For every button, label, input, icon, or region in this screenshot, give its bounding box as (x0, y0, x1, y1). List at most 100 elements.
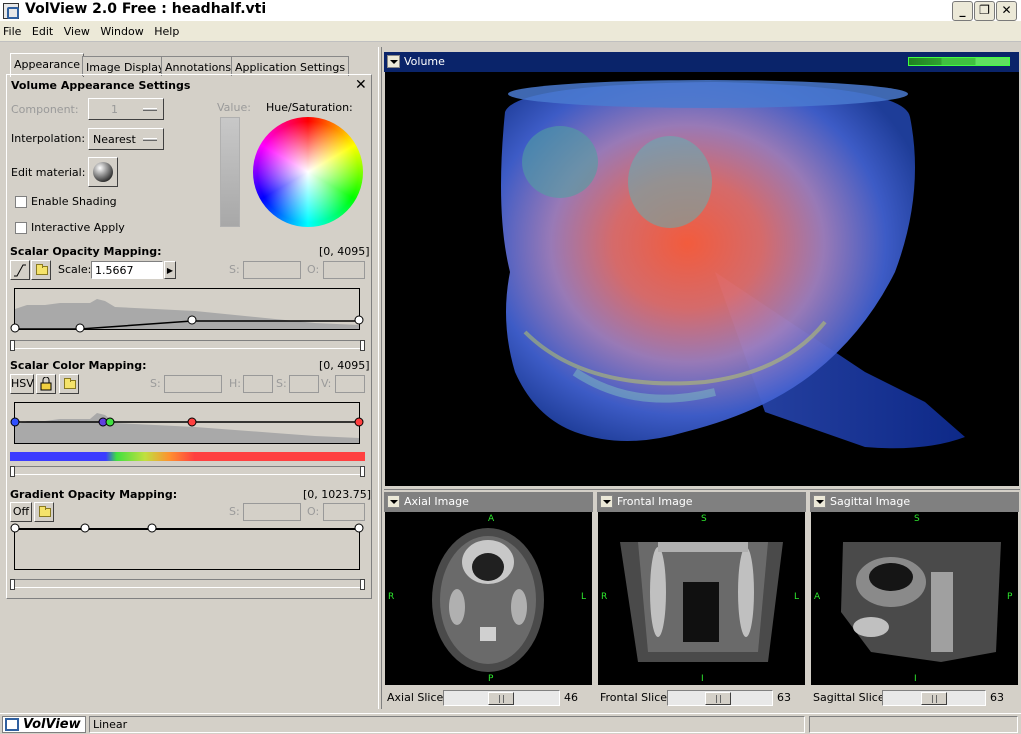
hue-saturation-wheel[interactable] (253, 117, 363, 227)
color-point-blue[interactable] (10, 417, 20, 427)
gradient-point[interactable] (10, 523, 20, 533)
value-label: Value: (217, 101, 251, 114)
folder-icon (36, 264, 48, 275)
axial-slice-label: Axial Slice: (387, 691, 448, 704)
frontal-slice-label: Frontal Slice: (600, 691, 671, 704)
axial-view-menu-button[interactable] (387, 495, 400, 508)
hsv-mode-button[interactable]: HSV (10, 374, 34, 394)
sagittal-view-menu-button[interactable] (813, 495, 826, 508)
frontal-slice-view[interactable]: S I R L (598, 512, 805, 685)
ramp-icon (14, 264, 26, 277)
close-window-button[interactable]: ✕ (996, 1, 1017, 21)
edit-material-label: Edit material: (11, 166, 86, 179)
sagittal-slice-slider[interactable] (882, 690, 986, 706)
sagittal-slice-value: 63 (990, 691, 1004, 704)
scale-arrow-button[interactable]: ▶ (164, 261, 176, 279)
volume-render-view[interactable] (385, 72, 1019, 486)
volume-view-header: Volume (384, 52, 1019, 72)
color-point-green[interactable] (105, 417, 115, 427)
restore-button[interactable]: ❐ (974, 1, 995, 21)
axial-orient-bottom: P (488, 674, 494, 684)
gradient-point[interactable] (80, 523, 90, 533)
frontal-slice-slider[interactable] (667, 690, 773, 706)
color-s2-label: S: (276, 377, 287, 390)
interpolation-select[interactable]: Nearest (88, 128, 164, 150)
volview-app-icon[interactable] (3, 3, 19, 19)
sagittal-slice-view[interactable]: S I A P (811, 512, 1018, 685)
opacity-point[interactable] (75, 323, 85, 333)
scalar-opacity-title: Scalar Opacity Mapping: (10, 245, 162, 258)
menu-bar: File Edit View Window Help (0, 22, 1021, 42)
menu-file[interactable]: File (0, 22, 25, 38)
color-point-red2[interactable] (354, 417, 364, 427)
folder-icon (39, 506, 51, 517)
lock-button[interactable] (36, 374, 56, 394)
sagittal-slice-row: Sagittal Slice: 63 (810, 686, 1019, 708)
gradient-range-slider[interactable] (10, 579, 365, 590)
frontal-slice-row: Frontal Slice: 63 (597, 686, 806, 708)
interactive-apply-label: Interactive Apply (31, 221, 125, 234)
frame-rate-indicator (908, 57, 1010, 66)
tab-application-settings[interactable]: Application Settings (231, 56, 350, 76)
gradient-point[interactable] (354, 523, 364, 533)
opacity-s-label: S: (229, 263, 240, 276)
panel-splitter[interactable] (378, 47, 382, 709)
opacity-preset-button[interactable] (31, 260, 51, 280)
interactive-apply-checkbox[interactable] (15, 222, 27, 234)
enable-shading-checkbox[interactable] (15, 196, 27, 208)
opacity-o-label: O: (307, 263, 320, 276)
value-slider[interactable] (220, 117, 240, 227)
sagittal-view-header: Sagittal Image (810, 492, 1019, 512)
opacity-point[interactable] (354, 315, 364, 325)
opacity-point[interactable] (187, 315, 197, 325)
color-points (10, 417, 364, 427)
enable-shading-label: Enable Shading (31, 195, 117, 208)
axial-slice-slider[interactable] (443, 690, 560, 706)
color-v-label: V: (321, 377, 332, 390)
head-volume-render (501, 80, 965, 449)
gradient-point[interactable] (147, 523, 157, 533)
title-bar: VolView 2.0 Free : headhalf.vti _ ❐ ✕ (0, 0, 1021, 22)
opacity-o-input (323, 261, 365, 279)
gradient-o-label: O: (307, 505, 320, 518)
axial-slice-thumb[interactable] (488, 692, 514, 705)
volume-view-menu-button[interactable] (387, 55, 400, 68)
sagittal-orient-left: A (814, 592, 821, 602)
opacity-points (10, 315, 364, 333)
frontal-view-menu-button[interactable] (600, 495, 613, 508)
menu-edit[interactable]: Edit (29, 22, 57, 38)
color-point-red[interactable] (187, 417, 197, 427)
frontal-slice-thumb[interactable] (705, 692, 731, 705)
axial-orient-left: R (388, 592, 395, 602)
opacity-function-type-button[interactable] (10, 260, 30, 280)
sagittal-orient-right: P (1007, 592, 1013, 602)
menu-help[interactable]: Help (151, 22, 183, 38)
menu-view[interactable]: View (61, 22, 94, 38)
frontal-view-header: Frontal Image (597, 492, 806, 512)
volview-logo-icon (5, 718, 19, 731)
sagittal-ct-image (841, 542, 1001, 662)
color-range-slider[interactable] (10, 466, 365, 477)
view-splitter[interactable] (384, 487, 1020, 490)
menu-window[interactable]: Window (97, 22, 147, 38)
gradient-s-label: S: (229, 505, 240, 518)
material-button[interactable] (88, 157, 118, 187)
axial-view-title: Axial Image (404, 495, 469, 508)
scalar-color-range: [0, 4095] (319, 359, 370, 372)
opacity-range-slider[interactable] (10, 340, 365, 351)
tab-annotations[interactable]: Annotations (161, 56, 236, 76)
scale-input[interactable]: 1.5667 (91, 261, 163, 279)
window-title: VolView 2.0 Free : headhalf.vti (25, 1, 267, 17)
tab-image-display[interactable]: Image Display (82, 56, 169, 76)
color-preset-button[interactable] (59, 374, 79, 394)
gradient-opacity-title: Gradient Opacity Mapping: (10, 488, 178, 501)
sagittal-slice-thumb[interactable] (921, 692, 947, 705)
color-v-input (335, 375, 365, 393)
axial-slice-view[interactable]: A P R L (385, 512, 592, 685)
opacity-point[interactable] (10, 323, 20, 333)
close-panel-icon[interactable]: ✕ (355, 77, 367, 93)
component-label: Component: (11, 103, 79, 116)
minimize-button[interactable]: _ (952, 1, 973, 21)
frontal-orient-top: S (701, 514, 707, 524)
status-mode-text: Linear (93, 718, 128, 731)
